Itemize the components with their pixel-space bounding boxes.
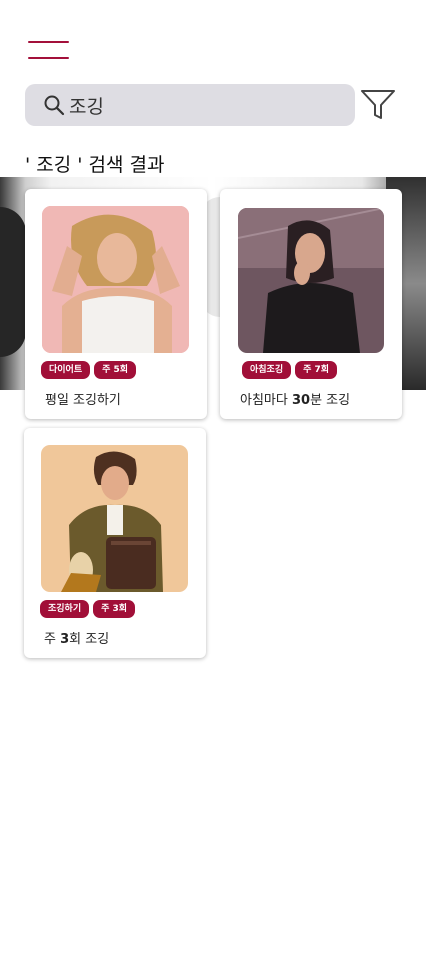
result-card[interactable]: 조깅하기 주 3회 주 3회 조깅: [24, 428, 206, 658]
card-title: 평일 조깅하기: [45, 393, 121, 408]
hamburger-menu-icon[interactable]: [28, 40, 70, 60]
card-photo: [41, 445, 188, 592]
tag-chip[interactable]: 조깅하기: [40, 600, 90, 618]
tag-chip[interactable]: 아침조깅: [242, 361, 292, 379]
tag-chip[interactable]: 주 7회: [295, 361, 338, 379]
tag-chip[interactable]: 주 3회: [93, 600, 136, 618]
search-icon: [44, 95, 65, 116]
tag-chip[interactable]: 다이어트: [41, 361, 91, 379]
filter-funnel-icon[interactable]: [360, 88, 396, 122]
tag-chip[interactable]: 주 5회: [94, 361, 137, 379]
card-photo: [238, 208, 384, 353]
result-card[interactable]: 다이어트 주 5회 평일 조깅하기: [25, 189, 207, 419]
result-card[interactable]: 아침조깅 주 7회 아침마다 30분 조깅: [220, 189, 402, 419]
search-bar[interactable]: [25, 84, 355, 126]
search-results-title: ' 조깅 ' 검색 결과: [25, 154, 165, 176]
card-title: 아침마다 30분 조깅: [240, 393, 351, 408]
menu-line: [28, 57, 69, 59]
menu-line: [28, 41, 69, 43]
search-input[interactable]: [69, 94, 309, 116]
card-photo: [42, 206, 189, 353]
card-title: 주 3회 조깅: [44, 632, 110, 647]
